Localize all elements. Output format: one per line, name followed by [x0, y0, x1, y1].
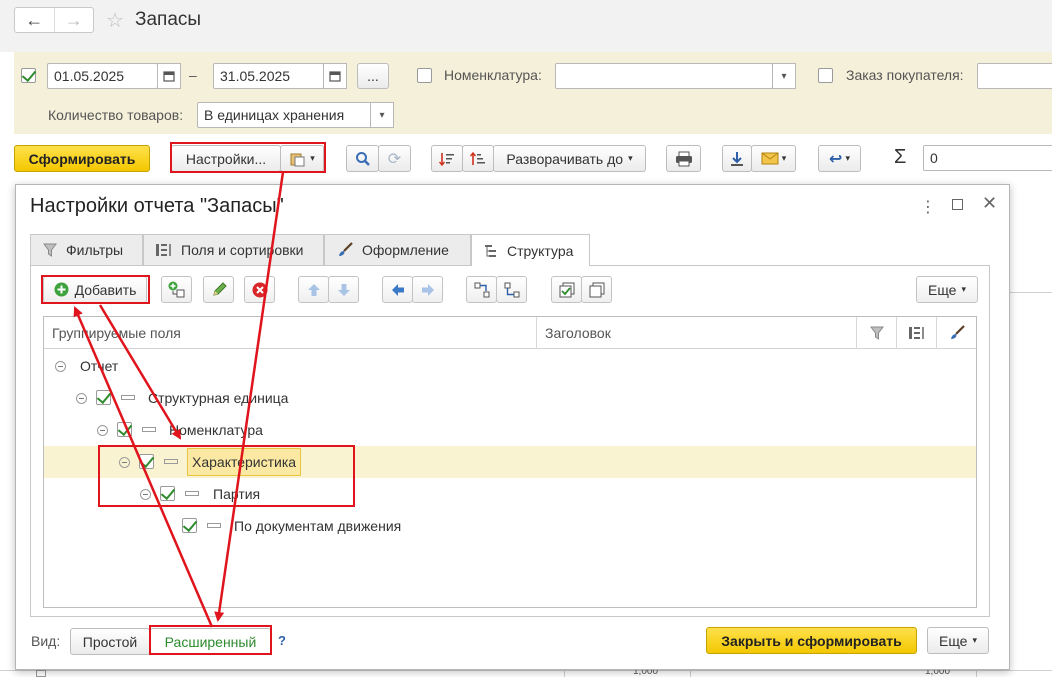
- annotation-arrow: [214, 171, 285, 622]
- tab-label: Структура: [507, 242, 574, 259]
- annotation-arrows: [73, 171, 285, 628]
- structure-icon: [484, 244, 498, 258]
- annotation-arrow: [73, 306, 214, 628]
- annotation-arrow: [98, 304, 182, 440]
- tab-structure[interactable]: Структура: [471, 234, 590, 266]
